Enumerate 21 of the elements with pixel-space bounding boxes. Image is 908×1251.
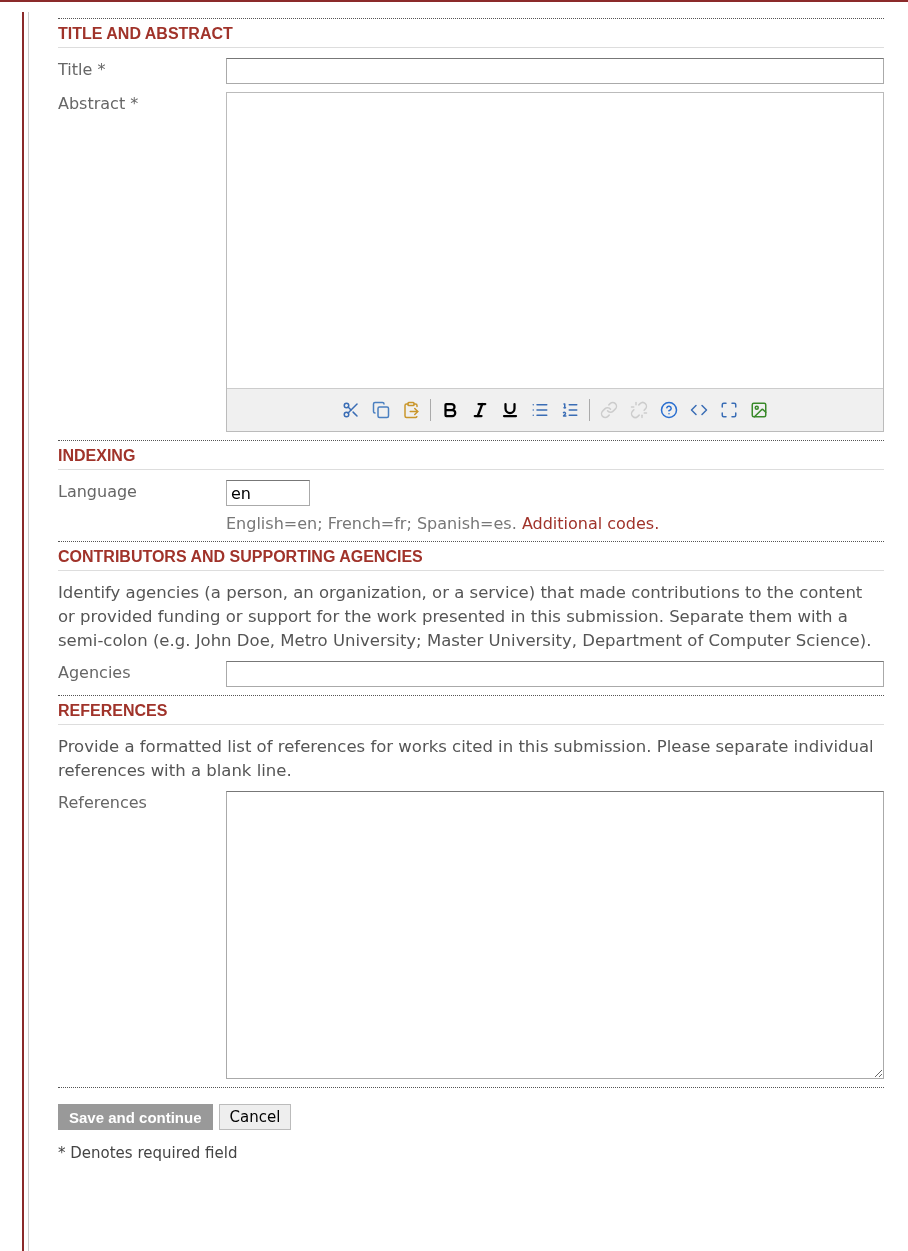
section-description: Identify agencies (a person, an organization, or a service) that made contributions to the content or provided funding or support for the work presented in this submission. Separate them with a semi-colon (e.g. John Doe, Metro University; Master University, Department of Computer Science). [58,582,873,652]
required-note: * Denotes required field [58,1144,239,1162]
section-heading: CONTRIBUTORS AND SUPPORTING AGENCIES [58,548,884,571]
language-field[interactable]: en [226,480,310,506]
cancel-button[interactable]: Cancel [218,1104,292,1130]
section-heading: INDEXING [58,447,884,470]
copy-icon[interactable] [370,399,392,421]
text-field[interactable] [226,661,884,687]
text-field[interactable] [226,58,884,84]
field-label: Agencies [58,662,132,684]
field-label: Abstract * [58,93,140,115]
section-heading: TITLE AND ABSTRACT [58,25,884,48]
additional-codes-link[interactable]: Additional codes. [521,514,660,533]
field-label: References [58,792,148,814]
section-heading: REFERENCES [58,702,884,725]
help-icon[interactable] [658,399,680,421]
help-text: English=en; French=fr; Spanish=es. Additional codes. [226,514,661,533]
field-label: Language [58,481,138,503]
field-label: Title * [58,59,107,81]
section-description: Provide a formatted list of references for works cited in this submission. Please separate individual references with a blank line. [58,736,875,782]
references-field[interactable] [226,791,884,1079]
